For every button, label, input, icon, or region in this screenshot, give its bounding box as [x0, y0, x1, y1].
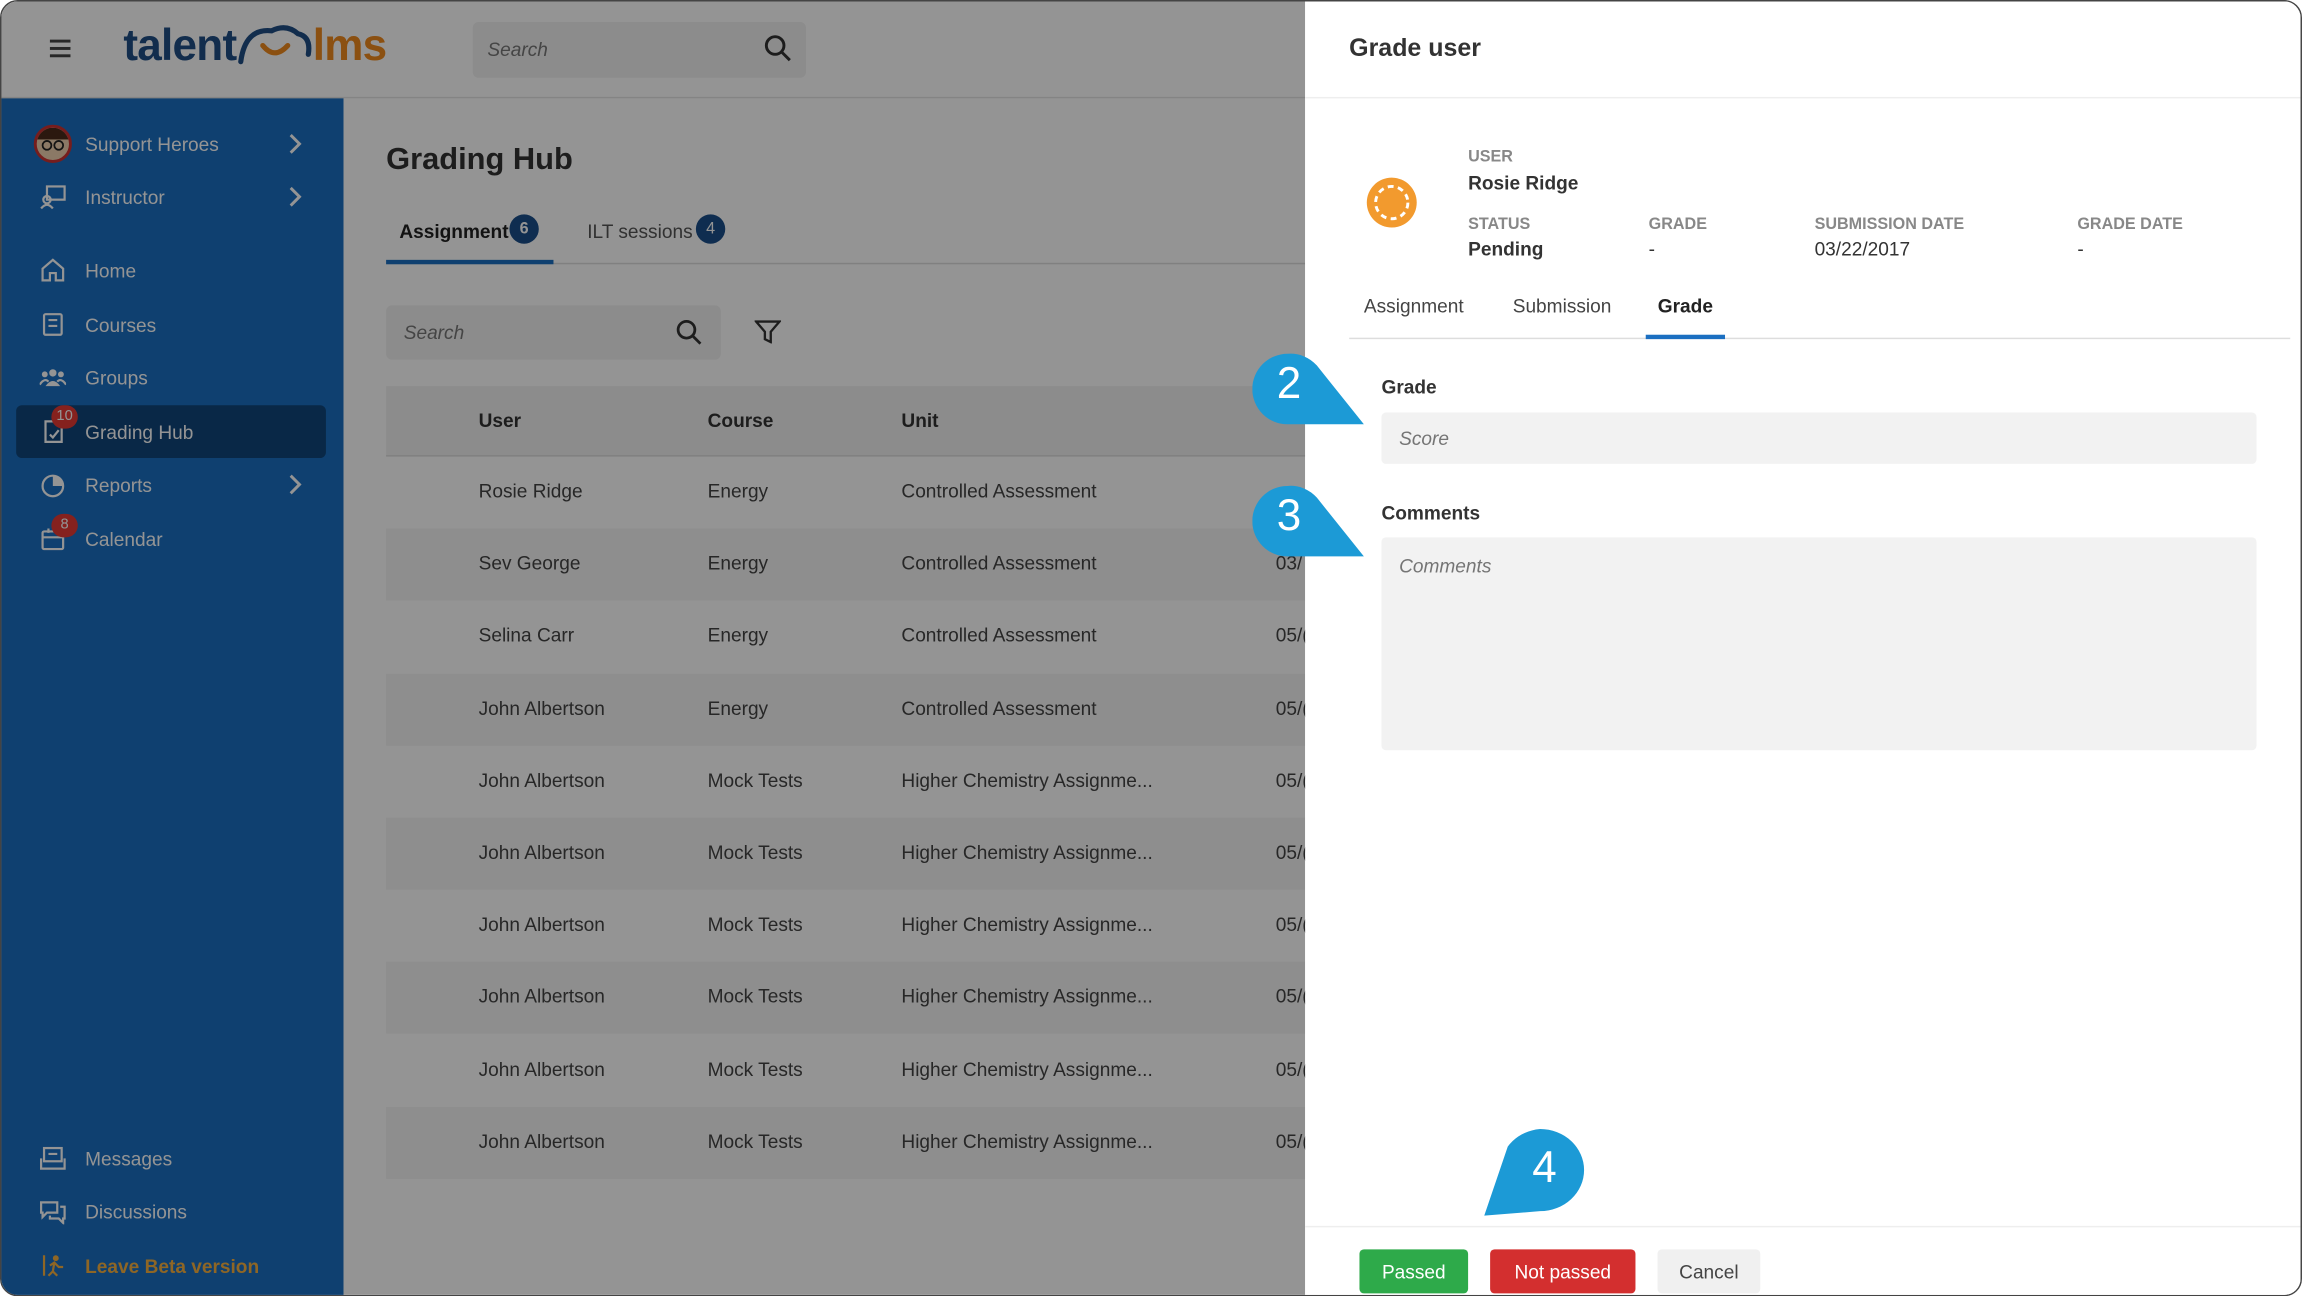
user-label: USER: [1468, 148, 1513, 166]
callout-number: 4: [1532, 1143, 1557, 1193]
comments-field-label: Comments: [1381, 502, 1481, 525]
panel-header: Grade user: [1305, 1, 2301, 99]
comments-textarea[interactable]: [1381, 537, 2257, 751]
tab-submission[interactable]: Submission: [1499, 280, 1625, 339]
user-value: Rosie Ridge: [1468, 171, 1579, 194]
grade-field-label: Grade: [1381, 375, 1437, 398]
submission-date-value: 03/22/2017: [1814, 237, 1911, 260]
tab-label: Assignment: [1363, 295, 1464, 318]
cancel-button[interactable]: Cancel: [1657, 1249, 1761, 1294]
callout-marker-4: 4: [1481, 1126, 1587, 1217]
grade-label: GRADE: [1648, 215, 1708, 234]
modal-overlay[interactable]: [1, 1, 1306, 1295]
panel-tabs: Assignment Submission Grade: [1349, 280, 2291, 340]
tab-grade[interactable]: Grade: [1645, 280, 1726, 340]
user-avatar-icon: [1366, 177, 1417, 228]
callout-number: 2: [1276, 359, 1302, 409]
panel-footer: Passed Not passed Cancel: [1305, 1225, 2301, 1295]
callout-marker-3: 3: [1252, 483, 1369, 559]
callout-number: 3: [1276, 491, 1302, 541]
grade-date-value: -: [2077, 237, 2084, 260]
grade-user-panel: Grade user USER Rosie Ridge STATUS Pendi…: [1305, 1, 2301, 1295]
tab-label: Grade: [1657, 295, 1713, 318]
score-input[interactable]: [1381, 412, 2257, 464]
status-value: Pending: [1468, 237, 1544, 260]
callout-marker-2: 2: [1252, 351, 1369, 427]
status-label: STATUS: [1468, 215, 1531, 234]
app-root: talent lms Search Support Heroes Instruct…: [0, 0, 2302, 1296]
tab-assignment-detail[interactable]: Assignment: [1349, 280, 1478, 339]
submission-date-label: SUBMISSION DATE: [1814, 215, 1965, 234]
passed-button[interactable]: Passed: [1359, 1249, 1469, 1294]
not-passed-button[interactable]: Not passed: [1490, 1249, 1636, 1294]
tab-label: Submission: [1512, 295, 1612, 318]
grade-value: -: [1648, 237, 1656, 260]
panel-title: Grade user: [1349, 33, 1481, 62]
grade-date-label: GRADE DATE: [2077, 215, 2183, 234]
